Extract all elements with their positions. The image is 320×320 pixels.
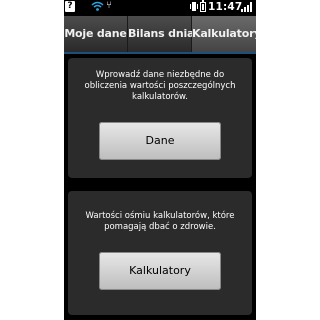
tab-moje-dane[interactable]: Moje dane (64, 16, 128, 52)
calculators-card: Wartości ośmiu kalkulatorów, które pomag… (68, 191, 252, 315)
battery-level (202, 4, 204, 10)
phone-screen: ? ⑂ 11:47 Moje dane Bilans dnia Kalkulat… (64, 0, 256, 320)
clock: 11:47 (208, 1, 243, 13)
tab-underline (64, 52, 256, 54)
usb-icon: ⑂ (106, 0, 112, 11)
battery-icon (200, 0, 206, 12)
dane-button[interactable]: Dane (99, 122, 221, 160)
kalkulatory-button[interactable]: Kalkulatory (99, 252, 221, 290)
wifi-icon (91, 1, 104, 11)
tab-bilans-dnia[interactable]: Bilans dnia (128, 16, 194, 52)
help-icon: ? (65, 1, 75, 12)
data-card-description: Wprowadź dane niezbędne do obliczenia wa… (84, 70, 236, 102)
tab-kalkulatory[interactable]: Kalkulatory (192, 16, 256, 52)
vibrate-icon (190, 2, 198, 11)
data-card: Wprowadź dane niezbędne do obliczenia wa… (68, 58, 252, 178)
status-bar: ? ⑂ 11:47 (64, 0, 256, 14)
tab-bar: Moje dane Bilans dnia Kalkulatory (64, 16, 256, 52)
calculators-card-description: Wartości ośmiu kalkulatorów, które pomag… (85, 211, 235, 232)
signal-icon (241, 2, 252, 12)
